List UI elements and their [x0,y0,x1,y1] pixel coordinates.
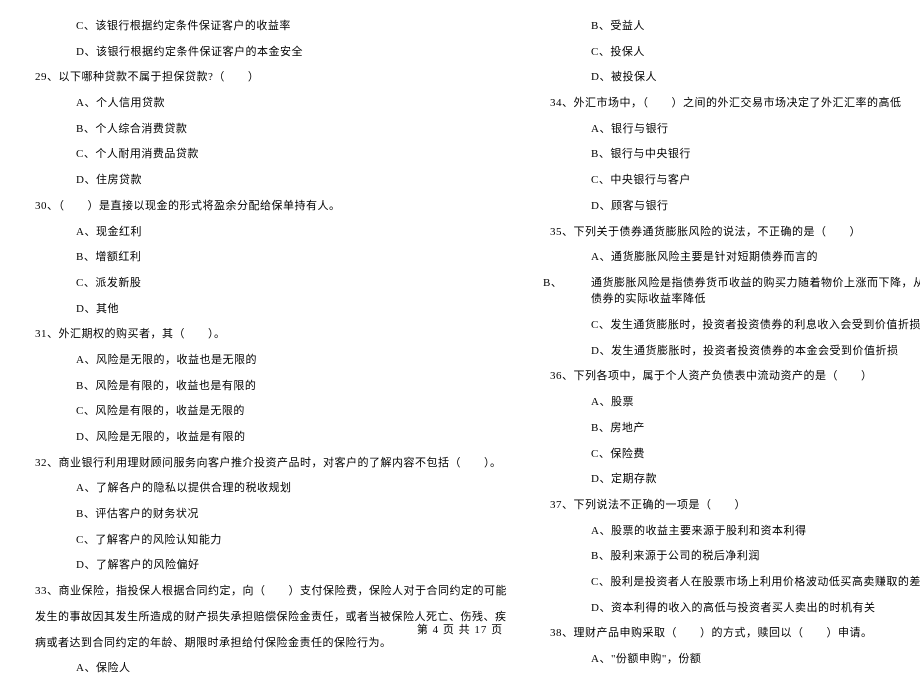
option-text: B、通货膨胀风险是指债券货币收益的购买力随着物价上涨而下降，从而使债券的实际收益… [543,275,920,308]
option-text: C、了解客户的风险认知能力 [28,532,507,549]
question-stem: 35、下列关于债券通货膨胀风险的说法，不正确的是（ ） [543,224,920,241]
option-text: B、银行与中央银行 [543,146,920,163]
option-text: A、股票的收益主要来源于股利和资本利得 [543,523,920,540]
option-text: B、个人综合消费贷款 [28,121,507,138]
option-text: C、个人耐用消费品贷款 [28,146,507,163]
option-text: A、银行与银行 [543,121,920,138]
option-text: C、发生通货膨胀时，投资者投资债券的利息收入会受到价值折损 [543,317,920,334]
question-stem: 37、下列说法不正确的一项是（ ） [543,497,920,514]
question-stem: 30、（ ）是直接以现金的形式将盈余分配给保单持有人。 [28,198,507,215]
option-text: D、住房贷款 [28,172,507,189]
question-stem: 33、商业保险，指投保人根据合同约定，向（ ）支付保险费，保险人对于合同约定的可… [28,583,507,600]
option-text: D、该银行根据约定条件保证客户的本金安全 [28,44,507,61]
option-text: D、被投保人 [543,69,920,86]
option-text: B、房地产 [543,420,920,437]
option-text: C、该银行根据约定条件保证客户的收益率 [28,18,507,35]
option-body: 通货膨胀风险是指债券货币收益的购买力随着物价上涨而下降，从而使债券的实际收益率降… [591,277,920,306]
option-text: D、风险是无限的，收益是有限的 [28,429,507,446]
option-text: D、顾客与银行 [543,198,920,215]
option-text: D、发生通货膨胀时，投资者投资债券的本金会受到价值折损 [543,343,920,360]
option-text: D、了解客户的风险偏好 [28,557,507,574]
option-text: A、保险人 [28,660,507,677]
option-text: B、评估客户的财务状况 [28,506,507,523]
option-text: D、定期存款 [543,471,920,488]
page-body: C、该银行根据约定条件保证客户的收益率 D、该银行根据约定条件保证客户的本金安全… [28,18,892,608]
question-stem: 31、外汇期权的购买者，其（ ）。 [28,326,507,343]
option-text: C、派发新股 [28,275,507,292]
option-head: B、 [543,275,591,292]
left-column: C、该银行根据约定条件保证客户的收益率 D、该银行根据约定条件保证客户的本金安全… [28,18,507,608]
option-text: D、其他 [28,301,507,318]
option-text: D、资本利得的收入的高低与投资者买人卖出的时机有关 [543,600,920,617]
option-text: A、股票 [543,394,920,411]
option-text: B、增额红利 [28,249,507,266]
option-text: C、股利是投资者人在股票市场上利用价格波动低买高卖赚取的差价收入 [543,574,920,591]
option-text: C、风险是有限的，收益是无限的 [28,403,507,420]
option-text: C、中央银行与客户 [543,172,920,189]
option-text: B、风险是有限的，收益也是有限的 [28,378,507,395]
option-text: B、受益人 [543,18,920,35]
question-stem: 34、外汇市场中，（ ）之间的外汇交易市场决定了外汇汇率的高低 [543,95,920,112]
option-text: A、通货膨胀风险主要是针对短期债券而言的 [543,249,920,266]
option-text: B、股利来源于公司的税后净利润 [543,548,920,565]
page-footer: 第 4 页 共 17 页 [0,622,920,639]
option-text: C、保险费 [543,446,920,463]
option-text: A、了解各户的隐私以提供合理的税收规划 [28,480,507,497]
option-text: C、投保人 [543,44,920,61]
option-text: A、"份额申购"，份额 [543,651,920,668]
option-text: A、个人信用贷款 [28,95,507,112]
option-text: A、现金红利 [28,224,507,241]
question-stem: 36、下列各项中，属于个人资产负债表中流动资产的是（ ） [543,368,920,385]
right-column: B、受益人 C、投保人 D、被投保人 34、外汇市场中，（ ）之间的外汇交易市场… [543,18,920,608]
question-stem: 29、以下哪种贷款不属于担保贷款?（ ） [28,69,507,86]
question-stem: 32、商业银行利用理财顾问服务向客户推介投资产品时，对客户的了解内容不包括（ ）… [28,455,507,472]
option-text: A、风险是无限的，收益也是无限的 [28,352,507,369]
